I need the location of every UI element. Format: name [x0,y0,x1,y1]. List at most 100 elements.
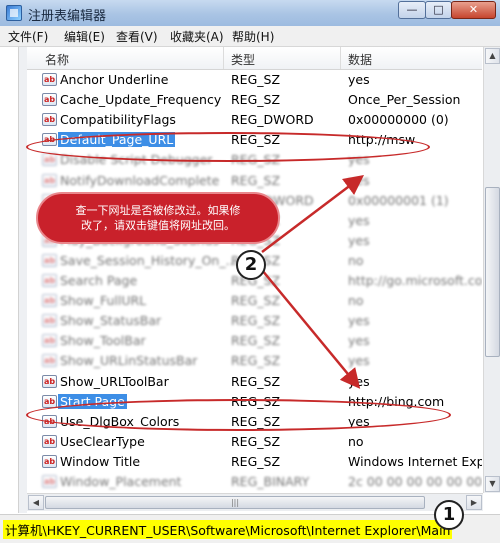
step-badge-2: 2 [236,250,266,280]
registry-editor-window: 注册表编辑器 — □ ✕ 文件(F) 编辑(E) 查看(V) 收藏夹(A) 帮助… [0,0,500,543]
value-data: no [348,293,364,309]
value-type: REG_SZ [231,293,281,309]
value-type: REG_SZ [231,92,281,108]
scroll-left-arrow-icon[interactable]: ◀ [28,495,44,510]
column-name[interactable]: 名称 [45,51,69,68]
value-data: http://go.microsoft.co [348,273,482,288]
column-divider[interactable] [223,47,224,69]
regedit-icon [6,5,22,21]
value-row[interactable]: ab Anchor Underline REG_SZ yes [27,70,482,90]
value-name: Show_StatusBar [60,313,162,329]
value-type: REG_SZ [231,373,281,389]
menu-view[interactable]: 查看(V) [116,28,158,45]
close-button[interactable]: ✕ [451,1,496,19]
horizontal-scrollbar[interactable]: ◀ ||| ▶ [27,493,483,511]
value-name: Cache_Update_Frequency [60,92,222,108]
value-row[interactable]: ab NotifyDownloadComplete REG_SZ yes [27,171,482,191]
column-divider[interactable] [340,47,341,69]
value-data: Once_Per_Session [348,92,461,108]
string-value-icon: ab [42,253,57,267]
value-type: REG_SZ [231,333,281,349]
step-badge-1: 1 [434,500,464,530]
string-value-icon: ab [42,314,57,328]
string-value-icon: ab [42,434,57,448]
scroll-right-arrow-icon[interactable]: ▶ [466,495,482,510]
value-name: Window Title [60,453,141,469]
value-data: no [348,433,364,449]
value-row[interactable]: ab UseClearType REG_SZ no [27,432,482,452]
string-value-icon: ab [42,294,57,308]
value-row[interactable]: ab Show_URLToolBar REG_SZ yes [27,372,482,392]
string-value-icon: ab [42,113,57,127]
maximize-button[interactable]: □ [425,1,452,19]
scroll-down-arrow-icon[interactable]: ▼ [485,476,500,492]
string-value-icon: ab [42,394,57,408]
value-name: Show_FullURL [60,293,147,309]
string-value-icon: ab [42,93,57,107]
column-type[interactable]: 类型 [231,51,255,68]
value-data: yes [348,72,370,87]
menu-file[interactable]: 文件(F) [8,28,48,45]
value-data: yes [348,313,370,329]
value-data: yes [348,212,370,228]
value-name: NotifyDownloadComplete [60,172,220,188]
string-value-icon: ab [42,454,57,468]
value-data: 2c 00 00 00 00 00 00 [348,474,482,489]
string-value-icon: ab [42,354,57,368]
menu-help[interactable]: 帮助(H) [232,28,274,45]
annotation-callout: 查一下网址是否被修改过。如果修 改了，请双击键值将网址改回。 [36,192,280,244]
value-name: Save_Session_History_On_... [60,252,238,268]
value-row[interactable]: ab Cache_Update_Frequency REG_SZ Once_Per_S… [27,90,482,110]
value-row[interactable]: ab Window Title REG_SZ Windows Internet Exp [27,452,482,472]
value-row[interactable]: ab CompatibilityFlags REG_DWORD 0x00000000 … [27,110,482,130]
column-data[interactable]: 数据 [348,51,372,68]
value-data: 0x00000001 (1) [348,192,449,208]
highlight-ring-start-page [26,399,451,431]
value-data: 0x00000000 (0) [348,112,449,128]
value-data: yes [348,353,370,369]
value-type: REG_SZ [231,353,281,369]
scroll-up-arrow-icon[interactable]: ▲ [485,48,500,64]
string-value-icon: ab [42,73,57,86]
value-type: REG_SZ [231,313,281,329]
value-name: Window_Placement [60,474,182,489]
value-type: REG_DWORD [231,112,314,128]
highlight-ring-default-page [26,132,430,162]
value-row[interactable]: ab Window_Placement REG_BINARY 2c 00 00 00 … [27,472,482,492]
value-row[interactable]: ab Show_ToolBar REG_SZ yes [27,331,482,351]
value-data: yes [348,333,370,349]
title-bar: 注册表编辑器 — □ ✕ [0,0,500,27]
menu-edit[interactable]: 编辑(E) [64,28,105,45]
value-name: Show_ToolBar [60,333,146,349]
value-data: no [348,252,364,268]
value-type: REG_SZ [231,433,281,449]
menu-bar: 文件(F) 编辑(E) 查看(V) 收藏夹(A) 帮助(H) [0,26,500,47]
value-name: Anchor Underline [60,72,169,87]
status-bar: 计算机\HKEY_CURRENT_USER\Software\Microsoft… [0,514,500,543]
column-header: 名称 类型 数据 [27,47,482,70]
values-list-pane: 名称 类型 数据 ab Anchor Underline REG_SZ yes ab Ca… [27,47,500,513]
string-value-icon: ab [42,153,57,167]
value-data: yes [348,232,370,248]
annotation-line-2: 改了，请双击键值将网址改回。 [81,219,235,232]
value-type: REG_SZ [231,453,281,469]
horizontal-scroll-thumb[interactable]: ||| [45,496,425,509]
vertical-scrollbar[interactable]: ▲ ▼ [483,47,500,493]
status-key-path: 计算机\HKEY_CURRENT_USER\Software\Microsoft… [3,520,453,539]
value-name: Show_URLToolBar [60,373,169,389]
string-value-icon: ab [42,374,57,388]
value-data: Windows Internet Exp [348,453,482,469]
tree-scrollbar[interactable] [18,47,27,513]
minimize-button[interactable]: — [398,1,426,19]
value-row[interactable]: ab Show_URLinStatusBar REG_SZ yes [27,351,482,371]
value-name: Search Page [60,273,138,288]
value-row[interactable]: ab Show_FullURL REG_SZ no [27,291,482,311]
string-value-icon: ab [42,173,57,187]
window-title: 注册表编辑器 [28,9,107,24]
vertical-scroll-thumb[interactable] [485,187,500,357]
value-row[interactable]: ab Show_StatusBar REG_SZ yes [27,311,482,331]
value-type: REG_BINARY [231,474,310,489]
value-name: UseClearType [60,433,145,449]
annotation-line-1: 查一下网址是否被修改过。如果修 [75,204,241,217]
menu-favorites[interactable]: 收藏夹(A) [170,28,224,45]
